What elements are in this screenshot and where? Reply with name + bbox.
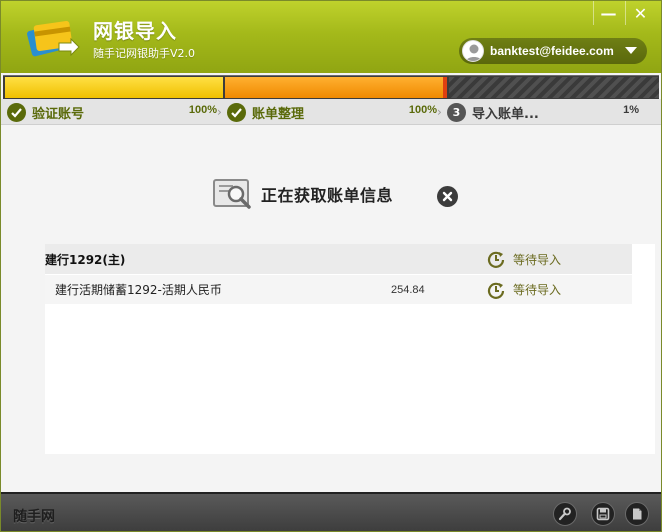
close-circle-icon — [442, 191, 453, 202]
app-logo-icon — [27, 21, 80, 57]
main-content: 正在获取账单信息 建行1292(主) 等待导入 建行活期储蓄1292-活期人民币… — [1, 126, 661, 492]
account-item-row[interactable]: 建行活期储蓄1292-活期人民币 254.84 等待导入 — [45, 274, 632, 304]
import-status[interactable]: 等待导入 — [487, 281, 561, 299]
document-icon — [633, 508, 642, 520]
import-status-text: 等待导入 — [513, 283, 562, 297]
account-amount: 254.84 — [391, 283, 425, 296]
step-verify-account: 验证账号 100% — [7, 99, 221, 125]
document-button[interactable] — [625, 502, 649, 526]
step-percent: 1% — [623, 104, 639, 116]
footer-brand-link[interactable]: 随手网 — [13, 506, 55, 526]
user-email: banktest@feidee.com — [490, 44, 614, 58]
import-progress-bar — [3, 75, 659, 99]
settings-wrench-icon — [558, 507, 571, 521]
progress-remaining — [449, 77, 659, 98]
settings-button[interactable] — [553, 502, 577, 526]
caret-down-icon — [625, 47, 637, 54]
import-status[interactable]: 等待导入 — [487, 250, 561, 268]
close-button[interactable]: ✕ — [625, 1, 655, 25]
search-document-icon — [213, 179, 251, 209]
step-import-bills: 3 导入账单... 1% — [447, 99, 643, 125]
progress-segment-verify — [5, 77, 223, 98]
title-bar: 网银导入 随手记网银助手V2.0 — ✕ banktest@feidee.com — [1, 1, 661, 73]
step-percent: 100% — [188, 104, 217, 116]
loading-status: 正在获取账单信息 — [213, 177, 393, 211]
app-title: 网银导入 — [93, 19, 177, 43]
footer-bar: 随手网 — [1, 492, 661, 531]
account-group-row[interactable]: 建行1292(主) 等待导入 — [45, 244, 632, 274]
import-status-text: 等待导入 — [513, 252, 562, 267]
step-number: 3 — [447, 102, 466, 122]
pending-clock-icon — [487, 282, 505, 299]
account-name: 建行活期储蓄1292-活期人民币 — [55, 283, 222, 297]
account-list: 建行1292(主) 等待导入 建行活期储蓄1292-活期人民币 254.84 等… — [45, 244, 655, 454]
app-subtitle: 随手记网银助手V2.0 — [93, 47, 196, 60]
check-icon — [227, 102, 246, 122]
user-account-dropdown[interactable]: banktest@feidee.com — [459, 38, 647, 64]
step-organize-bills: 账单整理 100% — [227, 99, 441, 125]
minimize-button[interactable]: — — [593, 1, 623, 25]
step-separator-icon: › — [217, 105, 222, 119]
step-percent: 100% — [408, 104, 437, 116]
check-icon — [7, 102, 26, 122]
step-indicator: 验证账号 100% › 账单整理 100% › 3 导入账单... 1% — [1, 99, 661, 125]
progress-segment-import — [443, 77, 447, 98]
account-name: 建行1292(主) — [45, 252, 126, 267]
user-avatar-icon — [462, 40, 484, 62]
step-separator-icon: › — [437, 105, 442, 119]
save-button[interactable] — [591, 502, 615, 526]
save-disk-icon — [596, 507, 610, 521]
step-label: 验证账号 — [32, 106, 85, 122]
status-text: 正在获取账单信息 — [261, 186, 394, 205]
cancel-button[interactable] — [437, 186, 458, 207]
pending-clock-icon — [487, 251, 505, 268]
step-label: 导入账单... — [472, 106, 539, 122]
app-window: 网银导入 随手记网银助手V2.0 — ✕ banktest@feidee.com — [0, 0, 662, 532]
progress-segment-organize — [225, 77, 443, 98]
step-label: 账单整理 — [252, 106, 305, 122]
